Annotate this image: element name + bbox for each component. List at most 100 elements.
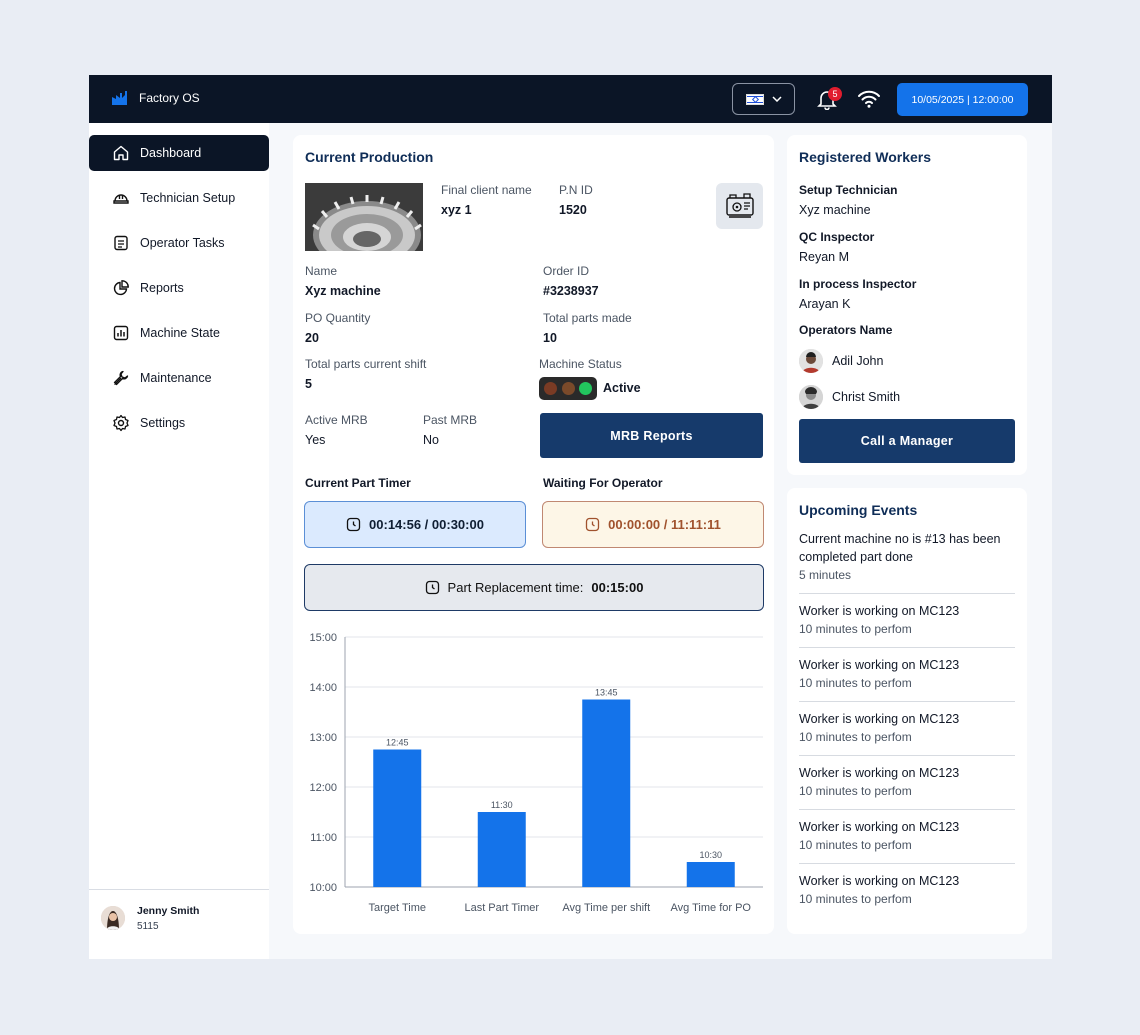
chart-bar: [582, 699, 631, 887]
event-title: Worker is working on MC123: [799, 604, 960, 618]
event-time: 10 minutes to perfom: [799, 676, 912, 690]
chevron-down-icon: [771, 96, 782, 102]
avatar: [101, 906, 125, 930]
y-tick-label: 14:00: [309, 682, 337, 694]
part-timer-label: Current Part Timer: [305, 476, 411, 490]
event-title: Worker is working on MC123: [799, 820, 960, 834]
po-quantity-label: PO Quantity: [305, 311, 371, 325]
setup-technician-value: Xyz machine: [799, 203, 871, 217]
top-bar: Factory OS 5 10/05/2025 | 12:00:00: [89, 75, 1052, 123]
event-item[interactable]: Worker is working on MC123 10 minutes to…: [799, 602, 1015, 638]
pie-chart-icon: [113, 280, 129, 296]
event-item[interactable]: Worker is working on MC123 10 minutes to…: [799, 764, 1015, 800]
y-tick-label: 11:00: [310, 832, 337, 844]
waiting-timer: 00:00:00 / 11:11:11: [542, 501, 764, 548]
event-title: Worker is working on MC123: [799, 658, 960, 672]
sidebar-item-operator-tasks[interactable]: Operator Tasks: [89, 225, 269, 261]
active-mrb-value: Yes: [305, 433, 326, 447]
current-user[interactable]: Jenny Smith 5115: [89, 889, 269, 959]
card-title: Upcoming Events: [799, 502, 918, 518]
qc-inspector-value: Reyan M: [799, 250, 850, 264]
sidebar-item-label: Machine State: [140, 326, 220, 340]
divider: [799, 809, 1015, 810]
sidebar-item-label: Operator Tasks: [140, 236, 225, 250]
event-item[interactable]: Current machine no is #13 has been compl…: [799, 530, 1015, 584]
card-title: Current Production: [305, 149, 434, 165]
sidebar-item-reports[interactable]: Reports: [89, 270, 269, 306]
event-time: 10 minutes to perfom: [799, 730, 912, 744]
brand[interactable]: Factory OS: [111, 90, 200, 106]
event-title: Worker is working on MC123: [799, 874, 960, 888]
registered-workers-card: Registered Workers Setup Technician Xyz …: [787, 135, 1027, 475]
mrb-reports-button[interactable]: MRB Reports: [540, 413, 763, 458]
call-manager-button[interactable]: Call a Manager: [799, 419, 1015, 463]
x-tick-label: Avg Time for PO: [671, 902, 752, 914]
part-timer: 00:14:56 / 00:30:00: [304, 501, 526, 548]
x-tick-label: Target Time: [369, 902, 426, 914]
qc-inspector-label: QC Inspector: [799, 230, 875, 244]
sidebar-item-settings[interactable]: Settings: [89, 405, 269, 441]
sidebar-item-label: Maintenance: [140, 371, 212, 385]
app-window: Factory OS 5 10/05/2025 | 12:00:00 Dashb…: [89, 75, 1052, 959]
event-item[interactable]: Worker is working on MC123 10 minutes to…: [799, 818, 1015, 854]
sidebar-item-dashboard[interactable]: Dashboard: [89, 135, 269, 171]
y-tick-label: 15:00: [309, 632, 337, 644]
wrench-icon: [113, 370, 129, 386]
parts-current-shift-label: Total parts current shift: [305, 357, 427, 371]
part-replacement-time: Part Replacement time: 00:15:00: [304, 564, 764, 611]
bar-chart-icon: [113, 325, 129, 341]
inprocess-inspector-label: In process Inspector: [799, 277, 917, 291]
bar-data-label: 13:45: [595, 688, 618, 698]
bar-data-label: 10:30: [699, 850, 722, 860]
event-item[interactable]: Worker is working on MC123 10 minutes to…: [799, 656, 1015, 692]
waiting-operator-label: Waiting For Operator: [543, 476, 663, 490]
notification-badge: 5: [828, 87, 842, 101]
clock-icon: [425, 580, 439, 595]
event-time: 10 minutes to perfom: [799, 892, 912, 906]
chart-bar: [477, 812, 526, 887]
avatar: [799, 349, 823, 373]
wifi-icon: [858, 90, 880, 108]
tasks-icon: [114, 235, 128, 251]
upcoming-events-card: Upcoming Events Current machine no is #1…: [787, 488, 1027, 934]
active-mrb-label: Active MRB: [305, 413, 368, 427]
name-value: Xyz machine: [305, 284, 381, 298]
past-mrb-value: No: [423, 433, 439, 447]
event-title: Current machine no is #13 has been compl…: [799, 532, 1001, 564]
clock-icon: [585, 517, 600, 532]
event-item[interactable]: Worker is working on MC123 10 minutes to…: [799, 872, 1015, 908]
waiting-timer-value: 00:00:00 / 11:11:11: [608, 517, 721, 532]
event-title: Worker is working on MC123: [799, 712, 960, 726]
setup-technician-label: Setup Technician: [799, 183, 898, 197]
event-item[interactable]: Worker is working on MC123 10 minutes to…: [799, 710, 1015, 746]
operator-row[interactable]: Christ Smith: [799, 385, 900, 409]
factory-logo-icon: [112, 91, 127, 105]
operator-row[interactable]: Adil John: [799, 349, 883, 373]
sidebar-item-maintenance[interactable]: Maintenance: [89, 360, 269, 396]
event-time: 10 minutes to perfom: [799, 622, 912, 636]
datetime-button[interactable]: 10/05/2025 | 12:00:00: [897, 83, 1028, 116]
time-bar-chart: 10:00 11:00 12:00 13:00 14:00 15:00 12:45 Targe…: [309, 632, 763, 914]
sidebar: Dashboard Technician Setup Operator Task…: [89, 123, 269, 959]
x-tick-label: Last Part Timer: [464, 902, 539, 914]
divider: [799, 863, 1015, 864]
language-selector[interactable]: [732, 83, 795, 115]
flag-icon: [745, 93, 764, 105]
sidebar-item-machine-state[interactable]: Machine State: [89, 315, 269, 351]
bar-data-label: 12:45: [386, 738, 409, 748]
divider: [799, 647, 1015, 648]
total-parts-made-label: Total parts made: [543, 311, 632, 325]
operator-name: Christ Smith: [832, 390, 901, 404]
past-mrb-label: Past MRB: [423, 413, 478, 427]
card-title: Registered Workers: [799, 149, 932, 165]
app-name: Factory OS: [139, 91, 200, 105]
x-tick-label: Avg Time per shift: [562, 902, 650, 914]
machine-icon: [725, 193, 754, 218]
part-timer-value: 00:14:56 / 00:30:00: [369, 517, 484, 532]
home-icon: [113, 145, 129, 161]
machine-part-image: [305, 183, 423, 251]
chart-bar: [373, 749, 422, 887]
parts-current-shift-value: 5: [305, 377, 312, 391]
sidebar-item-technician-setup[interactable]: Technician Setup: [89, 180, 269, 216]
machine-settings-button[interactable]: [716, 183, 763, 229]
